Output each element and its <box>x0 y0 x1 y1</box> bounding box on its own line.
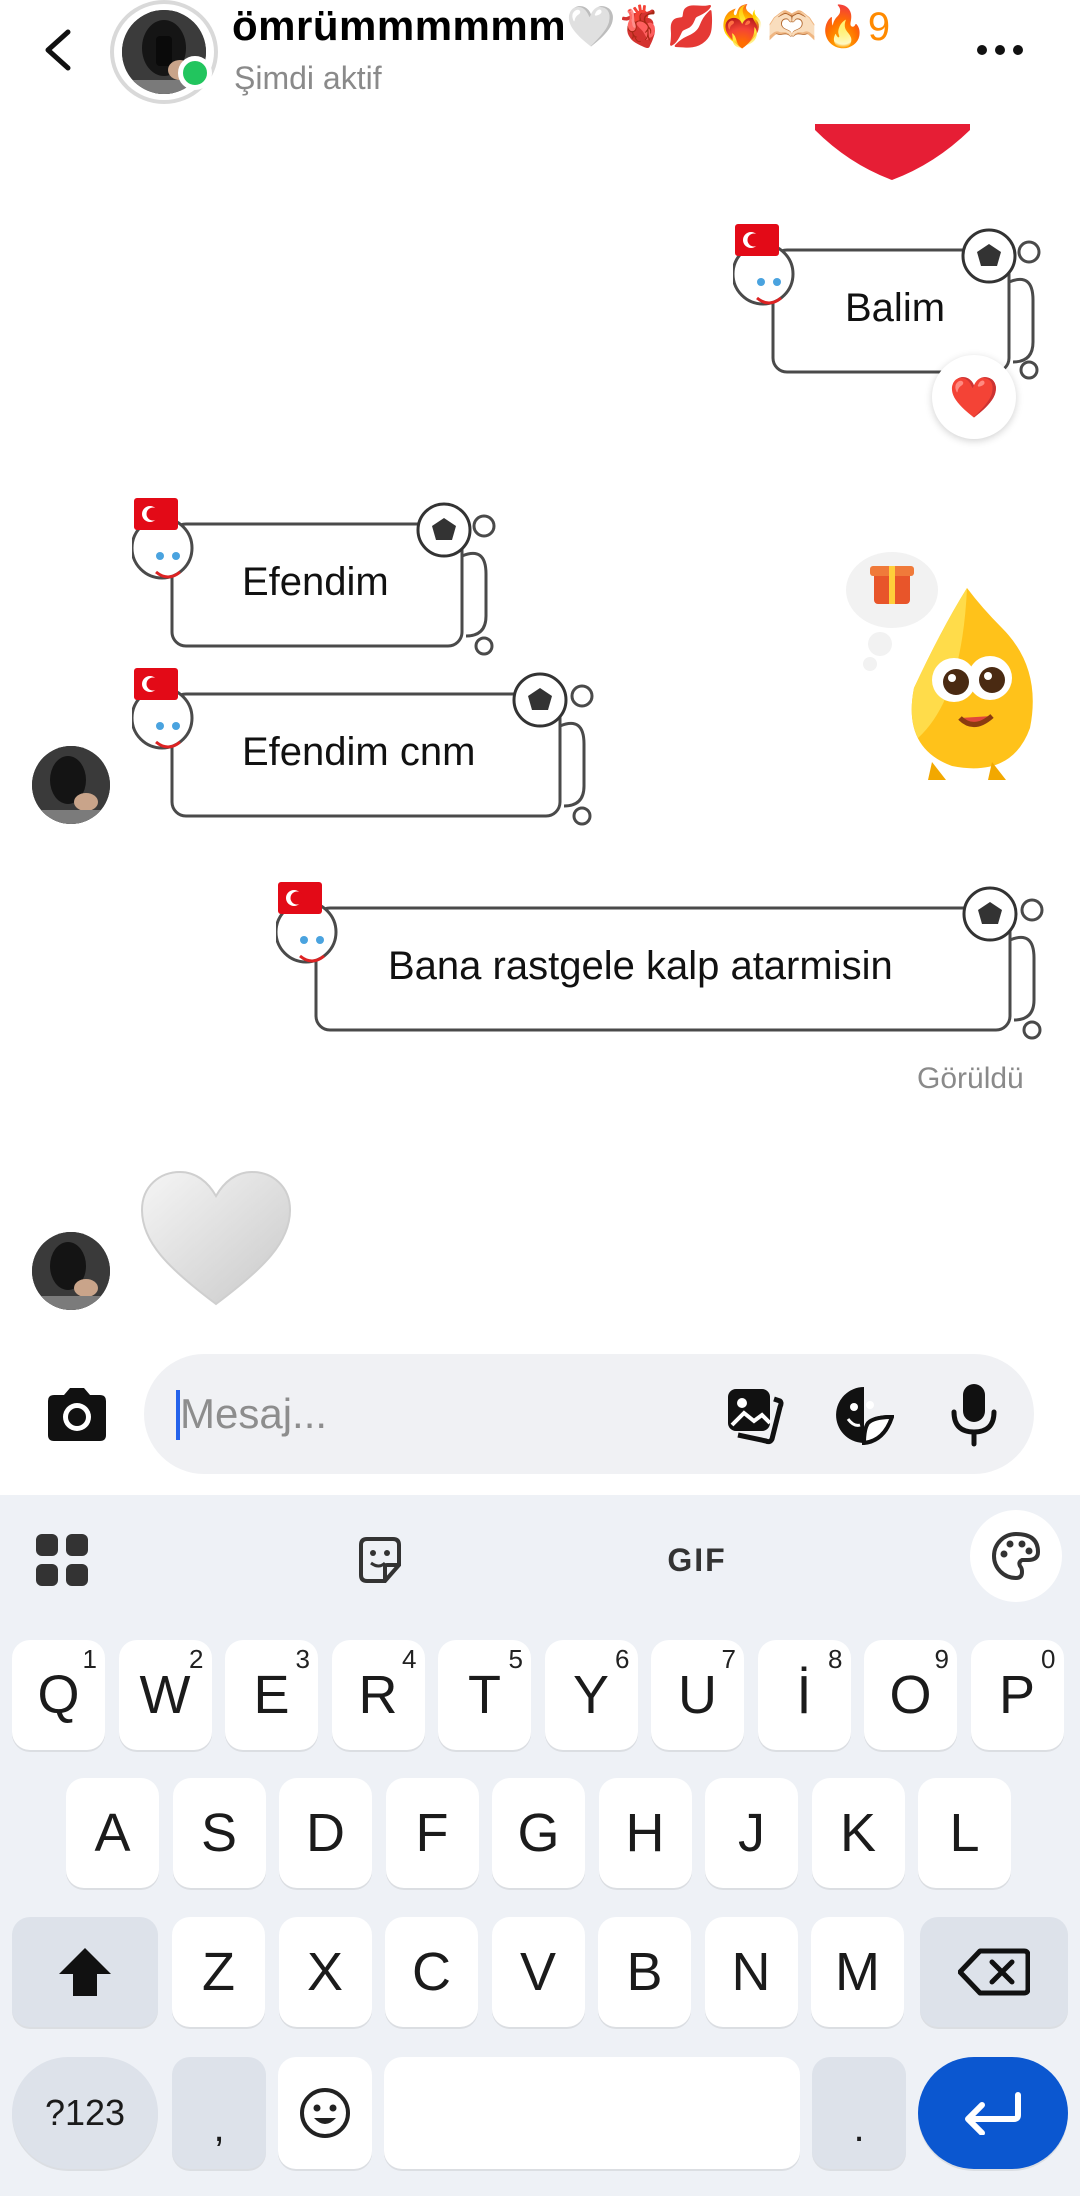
contact-avatar[interactable] <box>32 1232 110 1310</box>
name-emojis: 🤍🫀💋❤️‍🔥🫶🏻🔥 <box>566 5 868 49</box>
active-status: Şimdi aktif <box>234 60 382 96</box>
shift-arrow-icon <box>59 1948 111 1996</box>
key-hint: 4 <box>402 1644 417 1674</box>
key-j[interactable]: J <box>705 1778 798 1888</box>
backspace-key[interactable] <box>920 1917 1068 2027</box>
key-z[interactable]: Z <box>172 1917 265 2027</box>
key-hint: 2 <box>189 1644 204 1674</box>
enter-arrow-icon <box>965 2092 1021 2135</box>
backspace-icon <box>958 1948 1030 1996</box>
contact-avatar[interactable] <box>32 746 110 824</box>
key-b[interactable]: B <box>598 1917 691 2027</box>
sticker-face-icon <box>836 1387 895 1446</box>
gif-label: GIF <box>667 1541 727 1578</box>
key-x[interactable]: X <box>278 1917 372 2027</box>
key-d[interactable]: D <box>279 1778 372 1888</box>
chevron-left-icon <box>45 29 71 71</box>
seen-label: Görüldü <box>917 1062 1024 1095</box>
message-text: Efendim cnm <box>242 730 476 774</box>
online-indicator <box>178 56 212 90</box>
key-p[interactable]: P0 <box>970 1640 1064 1750</box>
key-hint: 9 <box>934 1644 949 1674</box>
key-g[interactable]: G <box>492 1778 585 1888</box>
camera-icon <box>48 1388 106 1441</box>
streak-count: 9 <box>867 5 891 49</box>
key-f[interactable]: F <box>385 1778 479 1888</box>
microphone-icon <box>951 1384 997 1447</box>
shift-key[interactable] <box>12 1917 158 2027</box>
key-hint: 6 <box>615 1644 630 1674</box>
profile-avatar[interactable] <box>110 0 218 104</box>
message-bubble-out[interactable]: Bana rastgele kalp atarmisin <box>276 880 1046 1042</box>
key-e[interactable]: E3 <box>225 1640 318 1750</box>
message-text: Bana rastgele kalp atarmisin <box>388 944 893 988</box>
keyboard-theme-button[interactable] <box>970 1510 1062 1602</box>
key-i̇[interactable]: İ8 <box>757 1640 851 1750</box>
key-w[interactable]: W2 <box>118 1640 212 1750</box>
back-button[interactable] <box>30 20 90 80</box>
grid-icon <box>36 1534 88 1586</box>
white-heart-message[interactable] <box>138 1168 294 1308</box>
white-heart-icon <box>140 1170 292 1306</box>
space-key[interactable] <box>384 2057 800 2169</box>
red-heart-icon: ❤️ <box>949 375 999 420</box>
key-hint: 8 <box>828 1644 843 1674</box>
key-a[interactable]: A <box>66 1778 159 1888</box>
symbols-key[interactable]: ?123 <box>12 2057 158 2169</box>
keyboard-gif-button[interactable]: GIF <box>652 1530 742 1590</box>
key-hint: 0 <box>1041 1644 1056 1674</box>
key-s[interactable]: S <box>172 1778 266 1888</box>
camera-button[interactable] <box>42 1385 112 1445</box>
message-text: Balim <box>845 286 946 330</box>
key-r[interactable]: R4 <box>331 1640 425 1750</box>
key-n[interactable]: N <box>704 1917 798 2027</box>
keyboard-sticker-button[interactable] <box>350 1530 410 1590</box>
emoji-icon <box>300 2088 350 2138</box>
chat-title[interactable]: ömrümmmmmm🤍🫀💋❤️‍🔥🫶🏻🔥9 <box>232 2 891 50</box>
key-hint: 7 <box>721 1644 736 1674</box>
key-u[interactable]: U7 <box>651 1640 744 1750</box>
keyboard-apps-button[interactable] <box>32 1530 92 1590</box>
emoji-key[interactable] <box>278 2057 372 2169</box>
more-options-button[interactable] <box>972 30 1032 70</box>
message-bubble-in[interactable]: Efendim cnm <box>132 666 596 828</box>
key-c[interactable]: C <box>385 1917 478 2027</box>
key-m[interactable]: M <box>811 1917 904 2027</box>
key-q[interactable]: Q1 <box>12 1640 105 1750</box>
more-dots-icon <box>977 45 1023 55</box>
gallery-icon <box>728 1389 784 1445</box>
message-bubble-in[interactable]: Efendim <box>132 496 498 658</box>
key-hint: 5 <box>508 1644 523 1674</box>
message-text: Efendim <box>242 560 389 604</box>
key-v[interactable]: V <box>491 1917 585 2027</box>
key-t[interactable]: T5 <box>438 1640 531 1750</box>
key-l[interactable]: L <box>918 1778 1011 1888</box>
voice-button[interactable] <box>946 1380 1002 1450</box>
key-h[interactable]: H <box>598 1778 692 1888</box>
enter-key[interactable] <box>918 2057 1068 2169</box>
key-k[interactable]: K <box>811 1778 905 1888</box>
comma-key[interactable]: , <box>172 2057 266 2169</box>
message-bubble-out[interactable]: Balim <box>733 222 1045 382</box>
heart-sticker-partial <box>815 124 970 180</box>
key-hint: 1 <box>82 1644 97 1674</box>
reaction-badge[interactable]: ❤️ <box>932 355 1016 439</box>
palette-icon <box>992 1531 1041 1581</box>
message-input-placeholder: Mesaj... <box>180 1390 328 1437</box>
key-o[interactable]: O9 <box>864 1640 957 1750</box>
period-key[interactable]: . <box>812 2057 906 2169</box>
gallery-button[interactable] <box>724 1385 784 1445</box>
sticker-button[interactable] <box>834 1385 895 1446</box>
mascot-gift-sticker <box>846 552 1033 780</box>
sticker-icon <box>359 1537 401 1583</box>
key-hint: 3 <box>295 1644 310 1674</box>
key-y[interactable]: Y6 <box>544 1640 638 1750</box>
